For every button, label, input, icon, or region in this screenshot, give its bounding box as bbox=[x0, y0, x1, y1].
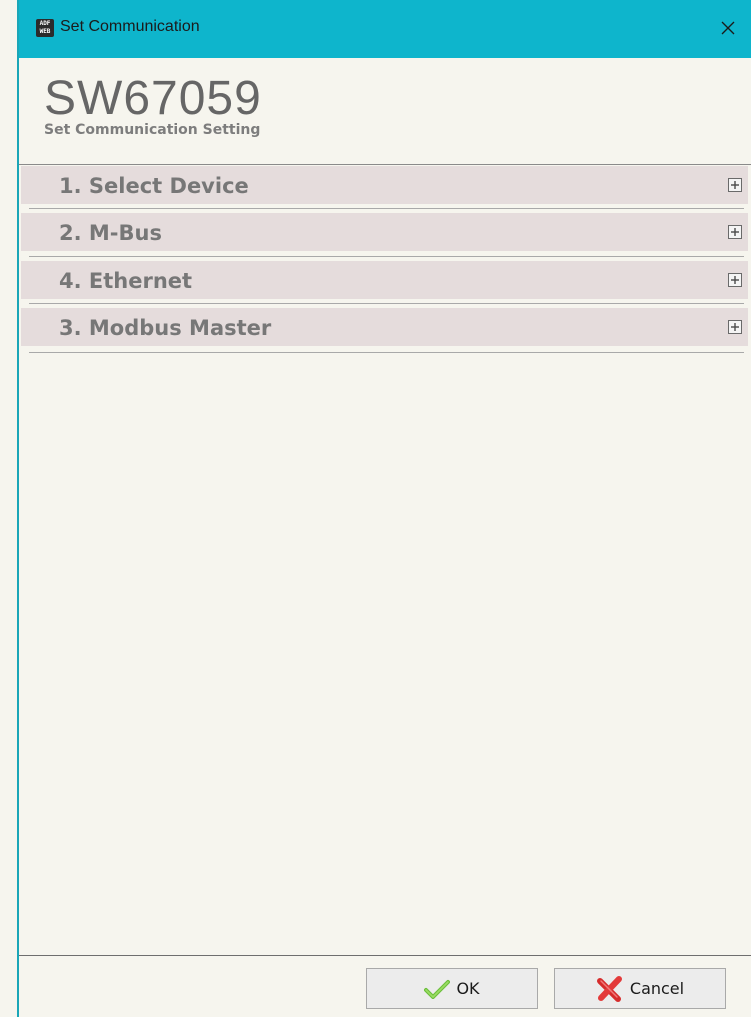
section-m-bus[interactable]: 2. M-Bus bbox=[21, 213, 748, 251]
close-button[interactable] bbox=[705, 6, 751, 50]
set-communication-window: ADF WEB Set Communication SW67059 Set Co… bbox=[0, 0, 751, 1017]
ok-label: OK bbox=[456, 979, 480, 998]
close-icon bbox=[721, 21, 735, 35]
expand-plus-icon[interactable] bbox=[728, 225, 742, 239]
app-icon: ADF WEB bbox=[36, 19, 54, 37]
section-label: 1. Select Device bbox=[59, 174, 249, 198]
section-divider bbox=[29, 352, 744, 353]
cancel-button[interactable]: Cancel bbox=[554, 968, 726, 1009]
page-subtitle: Set Communication Setting bbox=[44, 122, 261, 138]
expand-plus-icon[interactable] bbox=[728, 273, 742, 287]
section-divider bbox=[29, 208, 744, 209]
section-label: 2. M-Bus bbox=[59, 221, 162, 245]
dialog-footer: OK Cancel bbox=[19, 956, 751, 1017]
app-icon-text-top: ADF bbox=[39, 20, 51, 27]
cross-icon bbox=[596, 975, 624, 1003]
title-bar[interactable]: ADF WEB Set Communication bbox=[19, 0, 751, 58]
section-modbus-master[interactable]: 3. Modbus Master bbox=[21, 308, 748, 346]
expand-plus-icon[interactable] bbox=[728, 178, 742, 192]
section-label: 3. Modbus Master bbox=[59, 316, 272, 340]
section-label: 4. Ethernet bbox=[59, 269, 193, 293]
product-code: SW67059 bbox=[44, 72, 262, 125]
header-divider bbox=[19, 164, 751, 165]
expand-plus-icon[interactable] bbox=[728, 320, 742, 334]
section-divider bbox=[29, 256, 744, 257]
app-icon-text-bottom: WEB bbox=[39, 28, 51, 35]
cancel-label: Cancel bbox=[629, 979, 685, 998]
page-header: SW67059 Set Communication Setting bbox=[19, 58, 751, 164]
window-title: Set Communication bbox=[60, 18, 200, 35]
section-divider bbox=[29, 303, 744, 304]
section-ethernet[interactable]: 4. Ethernet bbox=[21, 261, 748, 299]
ok-button[interactable]: OK bbox=[366, 968, 538, 1009]
checkmark-icon bbox=[424, 979, 451, 999]
section-select-device[interactable]: 1. Select Device bbox=[21, 166, 748, 204]
